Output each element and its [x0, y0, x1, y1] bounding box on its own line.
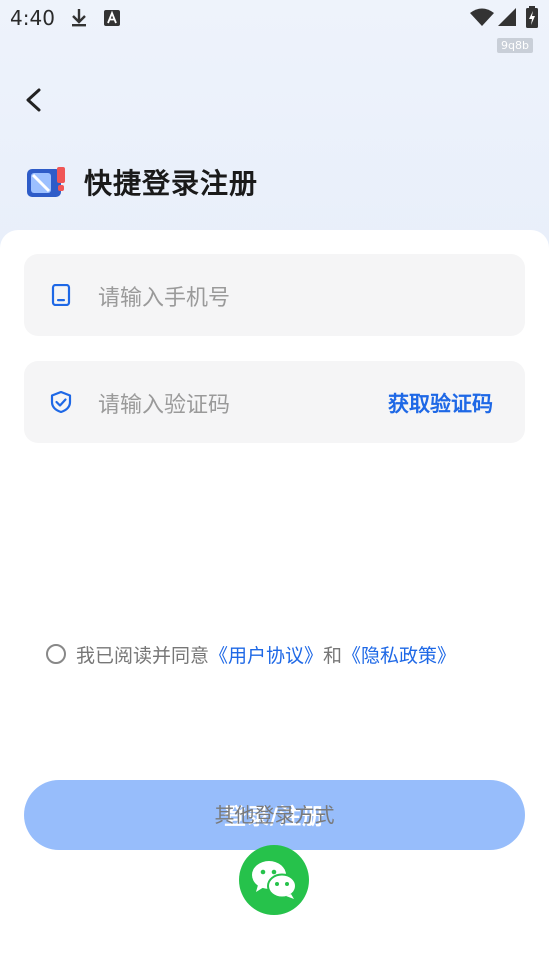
code-input[interactable]: 请输入验证码	[98, 387, 230, 419]
other-login-title: 其他登录方式	[214, 803, 335, 827]
wechat-login-button[interactable]	[239, 845, 309, 915]
login-card: 请输入手机号 请输入验证码 获取验证码 登录/注册 我已阅读并同意 《用户协议》…	[0, 230, 549, 976]
agree-checkbox[interactable]	[46, 644, 66, 664]
agreement-prefix: 我已阅读并同意	[76, 644, 210, 667]
back-arrow-icon[interactable]	[20, 82, 50, 118]
download-icon	[72, 9, 86, 27]
phone-logo-icon	[27, 167, 65, 197]
status-bar: 4:40	[0, 0, 549, 36]
agreement-conjunction: 和	[323, 644, 343, 667]
phone-icon	[51, 284, 71, 306]
phone-input[interactable]: 请输入手机号	[98, 280, 230, 312]
get-code-button[interactable]: 获取验证码	[388, 388, 493, 418]
status-time: 4:40	[10, 6, 55, 30]
watermark: 9q8b	[497, 38, 533, 53]
user-agreement-link[interactable]: 《用户协议》	[209, 641, 323, 668]
battery-charging-icon	[526, 6, 538, 28]
signal-icon	[498, 8, 516, 26]
phone-field[interactable]: 请输入手机号	[24, 254, 525, 336]
wechat-icon	[252, 861, 297, 899]
privacy-policy-link[interactable]: 《隐私政策》	[342, 641, 456, 668]
a-icon	[104, 10, 120, 26]
agreement-row: 我已阅读并同意 《用户协议》 和 《隐私政策》	[46, 641, 456, 667]
code-field[interactable]: 请输入验证码 获取验证码	[24, 361, 525, 443]
shield-icon	[50, 391, 72, 413]
wifi-icon	[470, 8, 494, 26]
page-title: 快捷登录注册	[84, 167, 259, 200]
